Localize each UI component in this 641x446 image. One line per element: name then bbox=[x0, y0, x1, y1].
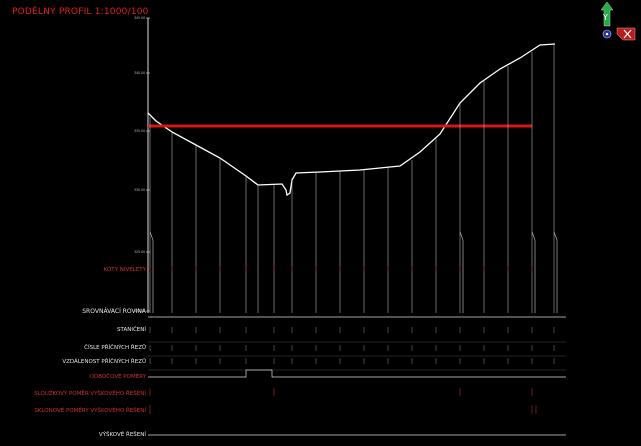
row-label-stationing: STANIČENÍ bbox=[117, 327, 146, 333]
close-icon[interactable] bbox=[616, 27, 636, 41]
table-rule-lines bbox=[148, 341, 566, 371]
table-data-ticks bbox=[149, 327, 555, 364]
svg-text:330.00: 330.00 bbox=[134, 188, 145, 192]
viewcube-widget[interactable]: Y bbox=[591, 0, 639, 44]
terrain-profile-line bbox=[147, 43, 556, 197]
svg-text:335.00: 335.00 bbox=[134, 129, 145, 133]
vertical-kinks bbox=[149, 231, 558, 313]
row-label-grade-elevations: KÓTY NIVELETY bbox=[103, 267, 146, 273]
comparison-plane-label: SROVNÁVACÍ ROVINA bbox=[82, 308, 146, 315]
lower-row-marks bbox=[149, 388, 537, 414]
grade-elevation-marks bbox=[149, 266, 533, 272]
svg-text:340.00: 340.00 bbox=[134, 71, 145, 75]
row-label-turnout-ratios: ODBOČOVÉ POMĚRY bbox=[89, 374, 146, 380]
row-label-curve-ratios: SLOUŽKOVÝ POMĚR VYŠKOVÉHO ŘEŠENÍ bbox=[34, 391, 146, 397]
svg-text:325.00: 325.00 bbox=[134, 250, 145, 254]
turnout-ratio-line bbox=[148, 369, 566, 378]
row-label-slope-ratios: SKLONOVÉ POMĚRY VÝŠKOVÉHO ŘEŠENÍ bbox=[34, 408, 146, 414]
y-axis-arrow-icon[interactable]: Y bbox=[600, 1, 614, 27]
station-verticals bbox=[149, 44, 555, 313]
svg-text:Y: Y bbox=[602, 13, 608, 22]
drawing-title: PODÉLNÝ PROFIL 1:1000/100 bbox=[12, 7, 149, 17]
row-label-section-numbers: ČÍSLE PŘÍČNÝCH ŘEZŮ bbox=[84, 345, 146, 351]
compass-icon[interactable] bbox=[602, 29, 612, 39]
row-label-height-solution: VÝŠKOVÉ ŘEŠENÍ bbox=[98, 432, 146, 438]
row-label-section-distances: VZDÁLENOST PŘÍČNÝCH ŘEZŮ bbox=[62, 359, 146, 365]
